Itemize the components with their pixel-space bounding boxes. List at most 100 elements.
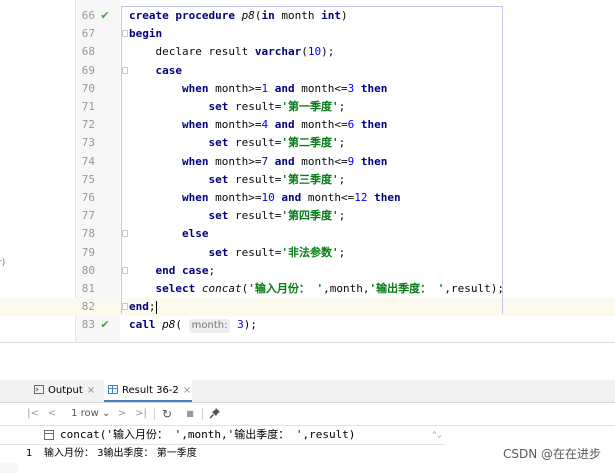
code-token: ; <box>338 172 346 186</box>
code-token: declare result <box>129 45 255 59</box>
code-text[interactable]: else <box>129 225 209 243</box>
code-text[interactable]: set result='第三季度'; <box>129 171 345 189</box>
code-text[interactable]: end; <box>129 298 157 316</box>
code-line[interactable]: 74 when month>=7 and month<=9 then <box>0 153 615 171</box>
toolbar-divider <box>202 408 203 420</box>
fold-icon[interactable] <box>122 66 128 74</box>
code-line[interactable]: 75 set result='第三季度'; <box>0 171 615 189</box>
result-toolbar: |< < 1 row ⌄ > >| ↻ ■ <box>0 403 615 426</box>
code-text[interactable]: set result='第二季度'; <box>129 134 345 152</box>
table-row[interactable]: 1 输入月份： 3输出季度： 第一季度 <box>0 445 445 463</box>
code-token: ,month, <box>323 282 370 295</box>
line-number: 66 <box>81 9 95 22</box>
code-line[interactable]: 83 ✔ call p8( month: 3); <box>0 316 615 334</box>
last-page-button[interactable]: >| <box>134 406 148 422</box>
close-icon[interactable]: × <box>183 385 191 396</box>
code-token: set <box>208 172 229 186</box>
code-text[interactable]: set result='第四季度'; <box>129 207 345 225</box>
chevron-down-icon[interactable]: ⌄ <box>102 406 110 422</box>
fold-icon[interactable] <box>122 230 128 238</box>
code-token: p8 <box>162 318 176 332</box>
code-token: then <box>360 81 388 95</box>
stop-icon[interactable]: ■ <box>184 406 196 422</box>
tab-output[interactable]: Output × <box>30 380 102 402</box>
code-text[interactable]: set result='非法参数'; <box>129 244 345 262</box>
code-text[interactable]: end case; <box>129 262 216 280</box>
code-token: '非法参数' <box>281 245 339 259</box>
code-line[interactable]: 71 set result='第一季度'; <box>0 98 615 116</box>
code-line[interactable]: 69 case <box>0 62 615 80</box>
fold-icon[interactable] <box>122 303 128 311</box>
line-number: 74 <box>81 154 95 168</box>
code-line[interactable]: 78 else <box>0 225 615 243</box>
code-token: '第三季度' <box>281 172 339 186</box>
code-line[interactable]: 73 set result='第二季度'; <box>0 134 615 152</box>
fold-icon[interactable] <box>122 30 128 38</box>
row-count[interactable]: 1 row <box>68 406 102 422</box>
code-token: p8 <box>241 9 255 22</box>
code-token: set <box>208 100 229 113</box>
code-line[interactable]: 72 when month>=4 and month<=6 then <box>0 116 615 134</box>
code-line[interactable]: 70 when month>=1 and month<=3 then <box>0 80 615 98</box>
code-line[interactable]: 82 end; <box>0 298 615 317</box>
code-line[interactable]: 81 select concat('输入月份： ',month,'输出季度： '… <box>0 280 615 298</box>
code-text[interactable]: declare result varchar(10); <box>129 43 334 61</box>
parameter-hint: month: <box>188 319 231 334</box>
code-text[interactable]: select concat('输入月份： ',month,'输出季度： ',re… <box>129 280 504 298</box>
code-token: in <box>261 9 275 22</box>
code-token: varchar <box>254 45 302 59</box>
prev-page-button[interactable]: < <box>46 406 58 422</box>
sort-icon[interactable]: ⌃⌄ <box>432 426 442 444</box>
line-number: 72 <box>81 118 95 132</box>
code-token: ); <box>321 45 335 59</box>
code-line[interactable]: 66 ✔ create procedure p8(in month int) <box>0 7 615 25</box>
code-token: month <box>274 9 322 22</box>
editor-splitter[interactable] <box>0 342 615 381</box>
close-icon[interactable]: × <box>87 385 95 396</box>
code-line[interactable]: 76 when month>=10 and month<=12 then <box>0 189 615 207</box>
tab-result[interactable]: Result 36-2 × <box>104 380 192 402</box>
code-line[interactable]: 80 end case; <box>0 262 615 280</box>
code-text[interactable]: case <box>129 62 183 80</box>
toolbar-divider <box>154 408 155 420</box>
code-line[interactable]: 79 set result='非法参数'; <box>0 244 615 262</box>
code-token: month>= <box>208 191 262 204</box>
code-token: ) <box>340 9 348 22</box>
code-text[interactable]: create procedure p8(in month int) <box>129 7 348 25</box>
code-token: 10 <box>261 191 275 204</box>
code-text[interactable]: set result='第一季度'; <box>129 98 345 116</box>
code-token: ; <box>148 300 156 314</box>
column-header[interactable]: concat('输入月份： ',month,'输出季度： ',result) <box>60 426 355 444</box>
line-number: 81 <box>81 282 95 295</box>
fold-icon[interactable] <box>122 266 128 274</box>
code-text[interactable]: begin <box>129 25 162 43</box>
refresh-icon[interactable]: ↻ <box>160 406 174 422</box>
code-text[interactable]: when month>=4 and month<=6 then <box>129 116 387 134</box>
code-text[interactable]: when month>=7 and month<=9 then <box>129 153 387 171</box>
code-text[interactable]: when month>=1 and month<=3 then <box>129 80 387 98</box>
next-page-button[interactable]: > <box>116 406 128 422</box>
code-line[interactable]: 68 declare result varchar(10); <box>0 43 615 61</box>
code-token: int <box>321 9 341 22</box>
first-page-button[interactable]: |< <box>26 406 40 422</box>
line-number: 76 <box>81 191 95 204</box>
pin-icon[interactable] <box>208 406 222 422</box>
code-token: '第四季度' <box>281 209 339 223</box>
code-token: result= <box>228 100 282 113</box>
code-line[interactable]: 67 begin <box>0 25 615 43</box>
code-text[interactable]: when month>=10 and month<=12 then <box>129 189 401 207</box>
code-text[interactable]: call p8( month: 3); <box>129 316 257 334</box>
table-cell[interactable]: 输入月份： 3输出季度： 第一季度 <box>44 445 197 463</box>
code-line[interactable]: 77 set result='第四季度'; <box>0 207 615 225</box>
code-token: month>= <box>208 154 262 168</box>
